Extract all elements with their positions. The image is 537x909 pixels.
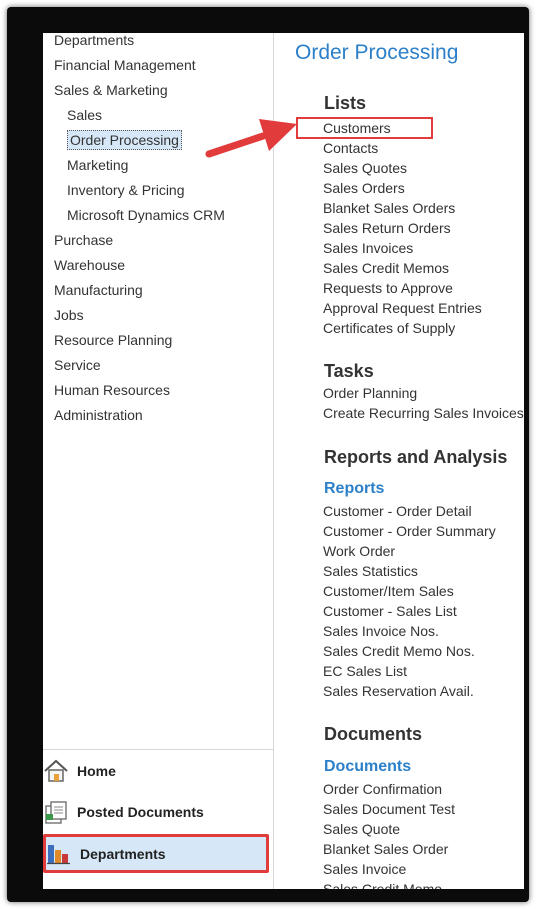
departments-button[interactable]: Departments: [43, 834, 269, 873]
nav-item-departments[interactable]: Departments: [43, 33, 273, 53]
link-certificates-of-supply[interactable]: Certificates of Supply: [323, 320, 455, 336]
navigation-pane: Departments Financial Management Sales &…: [43, 33, 274, 889]
link-work-order[interactable]: Work Order: [323, 543, 395, 559]
link-sales-quote[interactable]: Sales Quote: [323, 821, 400, 837]
home-icon: [43, 758, 69, 784]
link-order-planning[interactable]: Order Planning: [323, 385, 417, 401]
nav-item-purchase[interactable]: Purchase: [43, 228, 273, 253]
navigation-buttons: Home Posted Documents Departments: [43, 749, 273, 873]
subheading-reports: Reports: [324, 480, 385, 497]
link-sales-statistics[interactable]: Sales Statistics: [323, 563, 418, 579]
link-sales-return-orders[interactable]: Sales Return Orders: [323, 220, 451, 236]
nav-item-financial-management[interactable]: Financial Management: [43, 53, 273, 78]
link-sales-invoice-nos[interactable]: Sales Invoice Nos.: [323, 623, 439, 639]
nav-item-service[interactable]: Service: [43, 353, 273, 378]
link-requests-to-approve[interactable]: Requests to Approve: [323, 280, 453, 296]
link-order-confirmation[interactable]: Order Confirmation: [323, 781, 442, 797]
departments-label: Departments: [80, 845, 166, 862]
link-contacts[interactable]: Contacts: [323, 140, 378, 156]
link-customer-item-sales[interactable]: Customer/Item Sales: [323, 583, 454, 599]
arrow-icon: [205, 119, 297, 158]
posted-documents-button[interactable]: Posted Documents: [43, 791, 273, 832]
nav-item-administration[interactable]: Administration: [43, 403, 273, 428]
section-heading-documents: Documents: [324, 724, 423, 744]
department-tree: Departments Financial Management Sales &…: [43, 33, 273, 428]
nav-item-sales-marketing[interactable]: Sales & Marketing: [43, 78, 273, 103]
subheading-documents: Documents: [324, 758, 412, 775]
nav-item-jobs[interactable]: Jobs: [43, 303, 273, 328]
link-sales-credit-memo-nos[interactable]: Sales Credit Memo Nos.: [323, 643, 475, 659]
posted-documents-icon: [43, 799, 69, 825]
customers-highlight-box: [296, 117, 433, 139]
nav-item-inventory-pricing[interactable]: Inventory & Pricing: [43, 178, 273, 203]
link-blanket-sales-orders[interactable]: Blanket Sales Orders: [323, 200, 455, 216]
link-create-recurring-sales-invoices[interactable]: Create Recurring Sales Invoices: [323, 405, 524, 421]
link-sales-reservation-avail[interactable]: Sales Reservation Avail.: [323, 683, 474, 699]
nav-item-warehouse[interactable]: Warehouse: [43, 253, 273, 278]
link-blanket-sales-order[interactable]: Blanket Sales Order: [323, 841, 448, 857]
link-sales-quotes[interactable]: Sales Quotes: [323, 160, 407, 176]
nav-item-resource-planning[interactable]: Resource Planning: [43, 328, 273, 353]
section-heading-tasks: Tasks: [324, 361, 374, 381]
link-sales-credit-memo[interactable]: Sales Credit Memo: [323, 881, 442, 889]
page-title: Order Processing: [295, 41, 459, 64]
link-sales-credit-memos[interactable]: Sales Credit Memos: [323, 260, 449, 276]
link-sales-document-test[interactable]: Sales Document Test: [323, 801, 455, 817]
link-customer-order-detail[interactable]: Customer - Order Detail: [323, 503, 472, 519]
link-customer-order-summary[interactable]: Customer - Order Summary: [323, 523, 496, 539]
home-button[interactable]: Home: [43, 750, 273, 791]
link-customer-sales-list[interactable]: Customer - Sales List: [323, 603, 457, 619]
nav-item-human-resources[interactable]: Human Resources: [43, 378, 273, 403]
link-sales-invoice[interactable]: Sales Invoice: [323, 861, 406, 877]
section-heading-reports-analysis: Reports and Analysis: [324, 447, 508, 467]
nav-item-dynamics-crm[interactable]: Microsoft Dynamics CRM: [43, 203, 273, 228]
app-window: Departments Financial Management Sales &…: [43, 33, 524, 889]
home-label: Home: [77, 762, 116, 779]
link-approval-request-entries[interactable]: Approval Request Entries: [323, 300, 482, 316]
section-heading-lists: Lists: [324, 93, 367, 113]
screenshot-frame: Departments Financial Management Sales &…: [7, 7, 529, 902]
link-sales-invoices[interactable]: Sales Invoices: [323, 240, 413, 256]
posted-documents-label: Posted Documents: [77, 803, 204, 820]
nav-item-manufacturing[interactable]: Manufacturing: [43, 278, 273, 303]
departments-icon: [46, 841, 72, 867]
link-ec-sales-list[interactable]: EC Sales List: [323, 663, 407, 679]
link-sales-orders[interactable]: Sales Orders: [323, 180, 405, 196]
